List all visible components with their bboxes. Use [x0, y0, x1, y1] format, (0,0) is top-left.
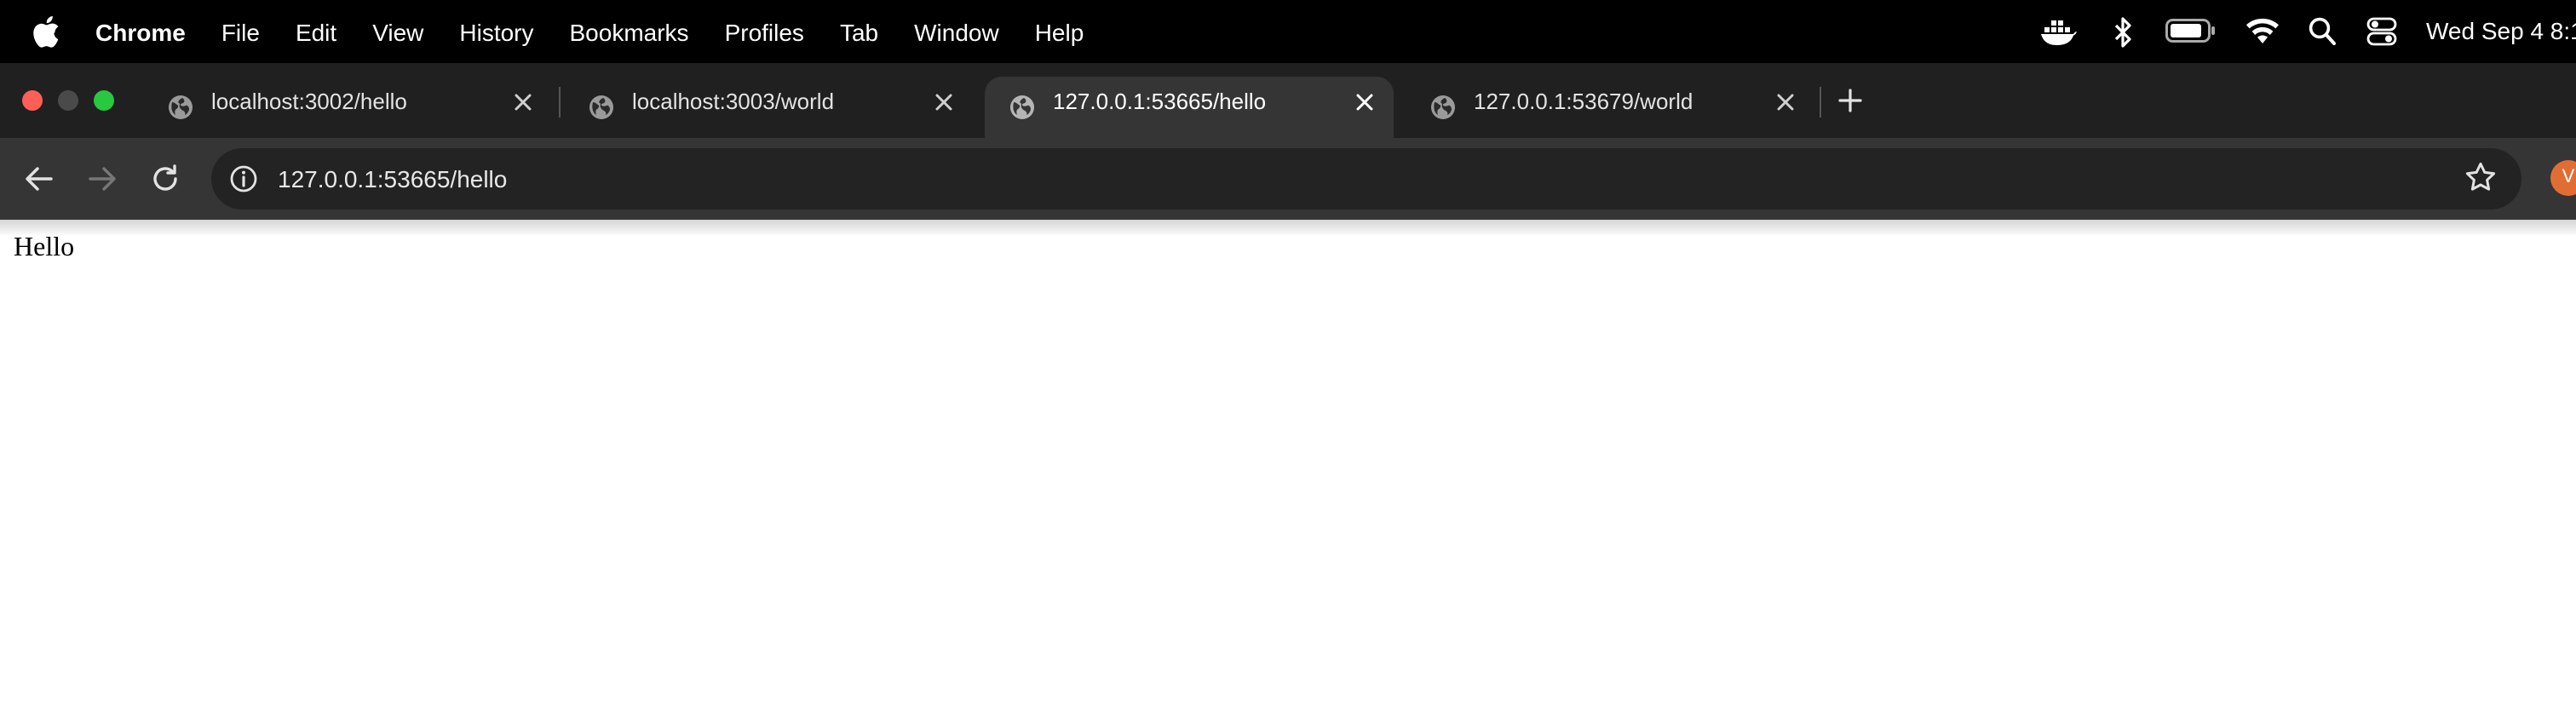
battery-icon[interactable]: [2165, 19, 2217, 43]
window-close-button[interactable]: [22, 90, 43, 111]
menu-bookmarks[interactable]: Bookmarks: [570, 18, 689, 45]
app-menus: Chrome File Edit View History Bookmarks …: [95, 0, 1119, 63]
close-icon[interactable]: [932, 90, 956, 114]
tab-3[interactable]: 127.0.0.1:53665/hello: [985, 77, 1394, 138]
menu-tab[interactable]: Tab: [840, 18, 878, 45]
wifi-icon[interactable]: [2245, 17, 2280, 44]
tab-separator: [1820, 87, 1821, 118]
menu-bar-clock[interactable]: Wed Sep 4 8:12 PM: [2426, 0, 2576, 63]
tab-1[interactable]: localhost:3002/hello: [143, 77, 552, 138]
new-tab-icon[interactable]: [1835, 85, 1866, 116]
close-icon[interactable]: [511, 90, 535, 114]
spotlight-search-icon[interactable]: [2309, 17, 2336, 46]
address-bar-url[interactable]: 127.0.0.1:53665/hello: [278, 148, 507, 210]
toolbar-shadow: [0, 220, 2576, 237]
window-zoom-button[interactable]: [94, 90, 114, 111]
close-icon[interactable]: [1774, 90, 1797, 114]
tab-title: 127.0.0.1:53665/hello: [1053, 89, 1267, 114]
bluetooth-icon[interactable]: [2113, 17, 2133, 48]
menu-app-name[interactable]: Chrome: [95, 18, 186, 45]
menu-profiles[interactable]: Profiles: [725, 18, 804, 45]
tab-title: 127.0.0.1:53679/world: [1474, 89, 1693, 114]
menu-bar: Chrome File Edit View History Bookmarks …: [0, 0, 2576, 63]
globe-icon: [589, 95, 613, 119]
address-bar[interactable]: [211, 148, 2521, 210]
window-minimize-button[interactable]: [58, 90, 78, 111]
tab-2[interactable]: localhost:3003/world: [564, 77, 973, 138]
globe-icon: [1431, 95, 1455, 119]
menu-window[interactable]: Window: [914, 18, 999, 45]
back-icon[interactable]: [20, 160, 58, 198]
page-body-text: Hello: [14, 233, 75, 262]
menu-history[interactable]: History: [459, 18, 533, 45]
menu-view[interactable]: View: [372, 18, 423, 45]
apple-logo-icon[interactable]: [32, 15, 60, 48]
site-info-icon[interactable]: [228, 164, 259, 194]
bookmark-star-icon[interactable]: [2464, 160, 2498, 194]
menu-edit[interactable]: Edit: [296, 18, 336, 45]
control-center-icon[interactable]: [2366, 17, 2397, 46]
tab-title: localhost:3002/hello: [211, 89, 407, 114]
menu-help[interactable]: Help: [1035, 18, 1084, 45]
tab-title: localhost:3003/world: [632, 89, 835, 114]
docker-icon[interactable]: [2039, 17, 2077, 46]
close-icon[interactable]: [1353, 90, 1377, 114]
reload-icon[interactable]: [147, 160, 184, 198]
globe-icon: [1010, 95, 1034, 119]
globe-icon: [169, 95, 193, 119]
menu-file[interactable]: File: [221, 18, 260, 45]
tab-separator: [559, 87, 561, 118]
tab-4[interactable]: 127.0.0.1:53679/world: [1406, 77, 1814, 138]
screen: Chrome File Edit View History Bookmarks …: [0, 0, 2576, 712]
forward-icon[interactable]: [83, 160, 121, 198]
